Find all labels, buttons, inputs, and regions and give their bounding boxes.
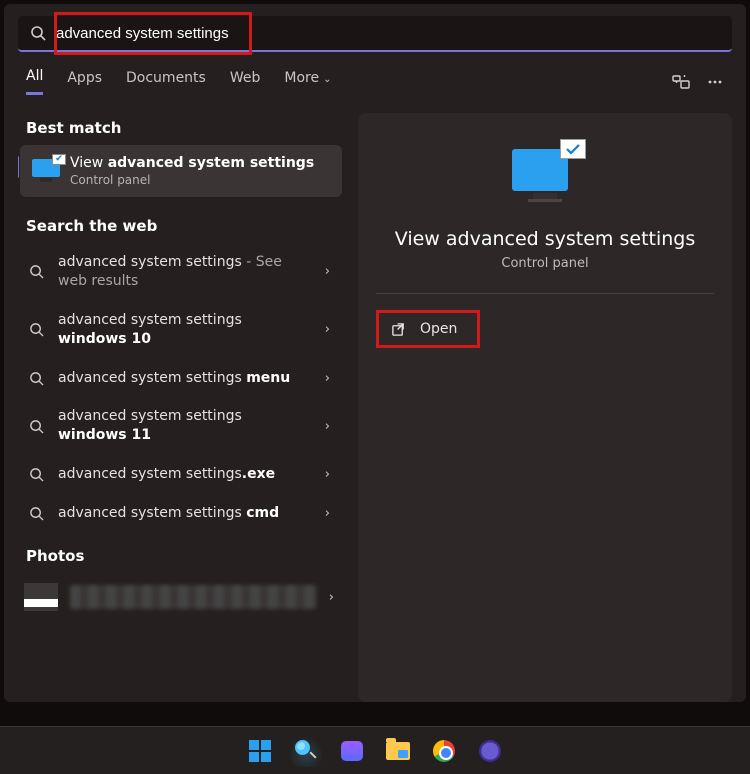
taskbar-paint-button[interactable]: [474, 735, 506, 767]
chevron-right-icon: ›: [325, 371, 330, 386]
search-input[interactable]: [56, 25, 720, 42]
chevron-right-icon: ›: [325, 467, 330, 482]
open-button[interactable]: Open: [376, 310, 480, 348]
search-icon: [28, 418, 44, 434]
web-result[interactable]: advanced system settings cmd ›: [18, 494, 344, 533]
best-match-text: View advanced system settings Control pa…: [70, 155, 314, 187]
search-icon: [28, 467, 44, 483]
search-bar-container: [18, 16, 732, 52]
system-settings-icon: ✔: [32, 159, 60, 183]
taskbar-explorer-button[interactable]: [382, 735, 414, 767]
search-bar[interactable]: [18, 16, 732, 52]
paint-icon: [479, 740, 501, 762]
taskbar-chat-button[interactable]: [336, 735, 368, 767]
taskbar-chrome-button[interactable]: [428, 735, 460, 767]
search-icon: [28, 506, 44, 522]
photo-thumbnail: [24, 583, 58, 611]
divider: [376, 293, 714, 294]
taskbar-search-button[interactable]: [290, 735, 322, 767]
folder-icon: [386, 742, 410, 760]
detail-title: View advanced system settings: [395, 228, 696, 250]
taskbar: [0, 726, 750, 774]
chevron-right-icon: ›: [325, 419, 330, 434]
web-results-list: advanced system settings - See web resul…: [18, 243, 344, 533]
tab-more-label: More: [284, 70, 319, 86]
filter-tabs-row: All Apps Documents Web More ⌄: [18, 68, 732, 95]
chevron-right-icon: ›: [325, 322, 330, 337]
results-body: Best match ✔ View advanced system settin…: [18, 113, 732, 702]
start-button[interactable]: [244, 735, 276, 767]
photos-result[interactable]: ›: [18, 573, 344, 621]
start-search-window: All Apps Documents Web More ⌄ Best match: [4, 4, 746, 702]
detail-pane: View advanced system settings Control pa…: [358, 113, 732, 702]
quick-settings-icon[interactable]: [672, 73, 690, 91]
chevron-down-icon: ⌄: [323, 74, 331, 85]
tab-web[interactable]: Web: [230, 70, 261, 94]
web-result[interactable]: advanced system settings menu ›: [18, 359, 344, 398]
section-search-web: Search the web: [26, 217, 336, 235]
section-best-match: Best match: [26, 119, 336, 137]
search-icon: [28, 370, 44, 386]
open-label: Open: [420, 321, 457, 337]
chevron-right-icon: ›: [329, 590, 334, 605]
photo-filename-blurred: [70, 585, 317, 609]
section-photos: Photos: [26, 547, 336, 565]
chat-icon: [341, 741, 363, 761]
web-result[interactable]: advanced system settings windows 11 ›: [18, 397, 344, 455]
tab-documents[interactable]: Documents: [126, 70, 206, 94]
best-match-prefix: View: [70, 155, 108, 171]
web-result[interactable]: advanced system settings.exe ›: [18, 455, 344, 494]
chevron-right-icon: ›: [325, 506, 330, 521]
tab-actions: [672, 73, 724, 91]
chevron-right-icon: ›: [325, 264, 330, 279]
system-settings-icon-large: [512, 149, 578, 202]
more-options-icon[interactable]: [706, 73, 724, 91]
search-icon: [295, 740, 317, 762]
detail-subtitle: Control panel: [501, 256, 588, 271]
open-external-icon: [391, 322, 406, 337]
search-icon: [30, 25, 46, 41]
windows-logo-icon: [249, 740, 271, 762]
web-result[interactable]: advanced system settings - See web resul…: [18, 243, 344, 301]
tab-apps[interactable]: Apps: [67, 70, 102, 94]
web-result[interactable]: advanced system settings windows 10 ›: [18, 301, 344, 359]
best-match-bold: advanced system settings: [108, 155, 314, 171]
tab-more[interactable]: More ⌄: [284, 70, 331, 94]
search-icon: [28, 264, 44, 280]
results-left-column: Best match ✔ View advanced system settin…: [18, 113, 344, 702]
chrome-icon: [433, 740, 455, 762]
search-icon: [28, 322, 44, 338]
filter-tabs: All Apps Documents Web More ⌄: [26, 68, 331, 95]
tab-all[interactable]: All: [26, 68, 43, 95]
best-match-result[interactable]: ✔ View advanced system settings Control …: [20, 145, 342, 197]
best-match-subtitle: Control panel: [70, 173, 314, 187]
